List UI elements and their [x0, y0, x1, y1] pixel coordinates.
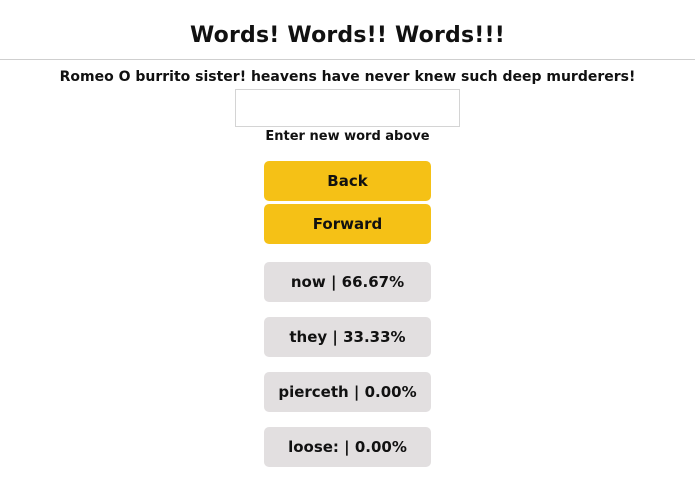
word-suggestion-button[interactable]: they | 33.33%: [264, 317, 431, 357]
page-header: Words! Words!! Words!!!: [0, 0, 695, 60]
back-button[interactable]: Back: [264, 161, 431, 201]
word-suggestion-button[interactable]: now | 66.67%: [264, 262, 431, 302]
input-hint: Enter new word above: [265, 129, 430, 144]
new-word-input[interactable]: [235, 89, 460, 127]
generated-sentence: Romeo O burrito sister! heavens have nev…: [59, 69, 636, 85]
word-suggestion-button[interactable]: loose: | 0.00%: [264, 427, 431, 467]
page-title: Words! Words!! Words!!!: [190, 23, 505, 48]
forward-button[interactable]: Forward: [264, 204, 431, 244]
word-suggestion-button[interactable]: pierceth | 0.00%: [264, 372, 431, 412]
